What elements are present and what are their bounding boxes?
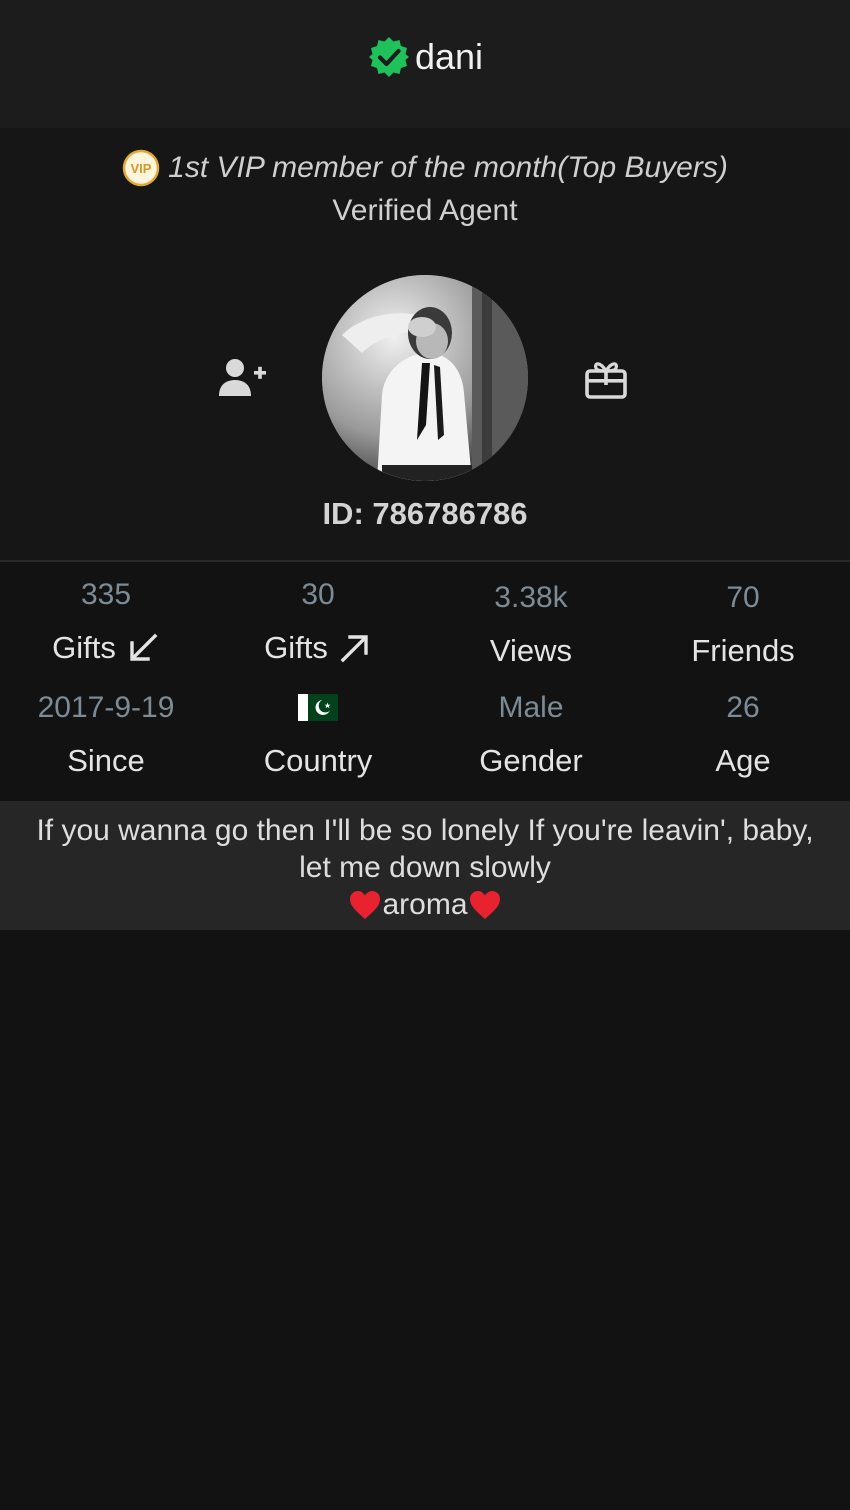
vip-badge-icon: VIP xyxy=(122,149,160,187)
stat-value: 70 xyxy=(726,581,760,614)
red-heart-icon xyxy=(350,890,381,919)
bio-line-1: If you wanna go then I'll be so lonely I… xyxy=(36,814,814,847)
arrow-up-right-icon xyxy=(340,635,368,663)
gift-icon[interactable] xyxy=(582,355,630,403)
stat-value xyxy=(212,688,424,724)
stat-label-row: Gifts xyxy=(0,630,212,666)
stat-since: 2017-9-19 Since xyxy=(0,690,212,779)
stat-value: 3.38k xyxy=(494,581,568,614)
profile-photo xyxy=(322,275,528,481)
stat-label: Country xyxy=(263,743,373,778)
user-id: ID: 786786786 xyxy=(322,496,528,531)
stat-country: Country xyxy=(212,688,424,779)
profile-section: VIP 1st VIP member of the month(Top Buye… xyxy=(0,128,850,560)
verified-badge-icon xyxy=(368,37,409,77)
username: dani xyxy=(414,36,484,77)
arrow-down-left-icon xyxy=(130,633,158,661)
stat-label: Since xyxy=(67,743,145,778)
stat-sent-gifts[interactable]: 30 Gifts xyxy=(212,577,424,666)
stat-value: 30 xyxy=(301,578,335,611)
pakistan-flag-icon xyxy=(298,693,338,721)
stat-gender: Male Gender xyxy=(425,690,637,779)
stat-label: Friends xyxy=(691,633,795,668)
stats-grid: 335 Gifts 30 Gifts 3.38k Views 70 Friend… xyxy=(0,562,850,800)
stat-label: Gender xyxy=(479,743,583,778)
vip-title: 1st VIP member of the month(Top Buyers) xyxy=(168,151,728,184)
bio-line-2: let me down slowly xyxy=(299,851,551,884)
top-bar: dani xyxy=(0,0,850,128)
agent-label: Verified Agent xyxy=(332,194,518,227)
stat-received-gifts[interactable]: 335 Gifts xyxy=(0,577,212,666)
stat-value: 26 xyxy=(726,691,760,724)
add-friend-icon[interactable] xyxy=(216,356,268,400)
stat-label: Age xyxy=(715,743,771,778)
bio-line-3: aroma xyxy=(0,886,850,923)
bio-signature: aroma xyxy=(382,888,468,921)
stat-views[interactable]: 3.38k Views xyxy=(425,580,637,669)
stat-label-row: Gifts xyxy=(212,630,424,666)
stat-label: Views xyxy=(489,633,573,668)
title-wrap: dani xyxy=(367,35,483,79)
bio: If you wanna go then I'll be so lonely I… xyxy=(0,801,850,930)
stat-value: 335 xyxy=(80,578,132,611)
stat-age: 26 Age xyxy=(637,690,849,779)
vip-line: VIP 1st VIP member of the month(Top Buye… xyxy=(0,148,850,188)
red-heart-icon xyxy=(469,890,500,919)
stat-value: 2017-9-19 xyxy=(37,691,175,724)
avatar[interactable] xyxy=(322,275,528,481)
stat-label: Gifts xyxy=(52,630,116,665)
stat-friends[interactable]: 70 Friends xyxy=(637,580,849,669)
vip-badge-label: VIP xyxy=(131,161,152,176)
stat-label: Gifts xyxy=(264,630,328,665)
stat-value: Male xyxy=(498,691,564,724)
